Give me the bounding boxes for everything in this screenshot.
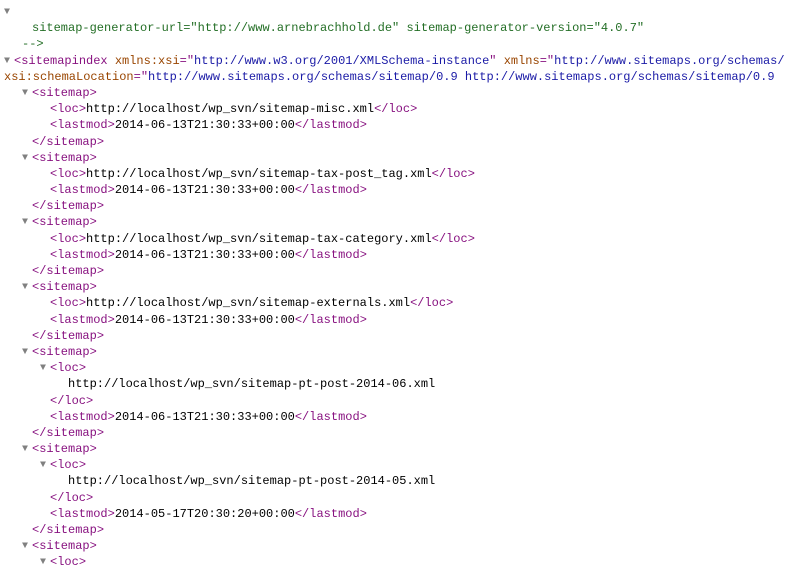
loc-value: http://localhost/wp_svn/sitemap-misc.xml — [86, 102, 374, 116]
sitemapindex-open: sitemapindex — [21, 54, 107, 68]
sitemap-open: <sitemap> — [32, 345, 97, 359]
loc-value: http://localhost/wp_svn/sitemap-pt-post-… — [68, 474, 435, 488]
loc-element: <loc>http://localhost/wp_svn/sitemap-tax… — [50, 232, 475, 246]
xml-source-view: ▼ sitemap-generator-url="http://www.arneb… — [4, 4, 800, 571]
lastmod-value: 2014-06-13T21:30:33+00:00 — [115, 313, 295, 327]
lastmod-value: 2014-05-17T20:30:20+00:00 — [115, 507, 295, 521]
loc-open: <loc> — [50, 555, 86, 569]
sitemap-close: </sitemap> — [32, 523, 104, 537]
expand-toggle-icon[interactable]: ▼ — [22, 443, 32, 457]
xml-comment: sitemap-generator-url="http://www.arnebr… — [32, 21, 644, 35]
expand-toggle-icon[interactable]: ▼ — [22, 346, 32, 360]
sitemap-open: <sitemap> — [32, 86, 97, 100]
lastmod-element: <lastmod>2014-06-13T21:30:33+00:00</last… — [50, 248, 367, 262]
sitemap-close: </sitemap> — [32, 199, 104, 213]
sitemap-open: <sitemap> — [32, 151, 97, 165]
loc-open: <loc> — [50, 458, 86, 472]
loc-close: </loc> — [50, 491, 93, 505]
expand-toggle-icon[interactable]: ▼ — [40, 362, 50, 376]
expand-toggle-icon[interactable]: ▼ — [4, 6, 14, 20]
sitemap-open: <sitemap> — [32, 539, 97, 553]
expand-toggle-icon[interactable]: ▼ — [22, 87, 32, 101]
expand-toggle-icon[interactable]: ▼ — [40, 556, 50, 570]
loc-value: http://localhost/wp_svn/sitemap-tax-cate… — [86, 232, 432, 246]
sitemap-close: </sitemap> — [32, 264, 104, 278]
xml-comment: --> — [22, 37, 44, 51]
lastmod-element: <lastmod>2014-06-13T21:30:33+00:00</last… — [50, 410, 367, 424]
expand-toggle-icon[interactable]: ▼ — [22, 540, 32, 554]
sitemap-open: <sitemap> — [32, 280, 97, 294]
expand-toggle-icon[interactable]: ▼ — [22, 281, 32, 295]
loc-element: <loc>http://localhost/wp_svn/sitemap-tax… — [50, 167, 475, 181]
expand-toggle-icon[interactable]: ▼ — [22, 216, 32, 230]
lastmod-value: 2014-06-13T21:30:33+00:00 — [115, 410, 295, 424]
lastmod-element: <lastmod>2014-06-13T21:30:33+00:00</last… — [50, 183, 367, 197]
sitemap-close: </sitemap> — [32, 426, 104, 440]
lastmod-value: 2014-06-13T21:30:33+00:00 — [115, 183, 295, 197]
loc-value: http://localhost/wp_svn/sitemap-external… — [86, 296, 410, 310]
lastmod-element: <lastmod>2014-06-13T21:30:33+00:00</last… — [50, 118, 367, 132]
lastmod-element: <lastmod>2014-05-17T20:30:20+00:00</last… — [50, 507, 367, 521]
expand-toggle-icon[interactable]: ▼ — [22, 152, 32, 166]
loc-value: http://localhost/wp_svn/sitemap-pt-post-… — [68, 377, 435, 391]
loc-element: <loc>http://localhost/wp_svn/sitemap-ext… — [50, 296, 453, 310]
loc-open: <loc> — [50, 361, 86, 375]
expand-toggle-icon[interactable]: ▼ — [4, 55, 14, 69]
sitemap-close: </sitemap> — [32, 135, 104, 149]
loc-close: </loc> — [50, 394, 93, 408]
loc-value: http://localhost/wp_svn/sitemap-tax-post… — [86, 167, 432, 181]
sitemap-open: <sitemap> — [32, 442, 97, 456]
sitemap-open: <sitemap> — [32, 215, 97, 229]
lastmod-value: 2014-06-13T21:30:33+00:00 — [115, 248, 295, 262]
expand-toggle-icon[interactable]: ▼ — [40, 459, 50, 473]
sitemap-close: </sitemap> — [32, 329, 104, 343]
loc-element: <loc>http://localhost/wp_svn/sitemap-mis… — [50, 102, 417, 116]
lastmod-element: <lastmod>2014-06-13T21:30:33+00:00</last… — [50, 313, 367, 327]
lastmod-value: 2014-06-13T21:30:33+00:00 — [115, 118, 295, 132]
